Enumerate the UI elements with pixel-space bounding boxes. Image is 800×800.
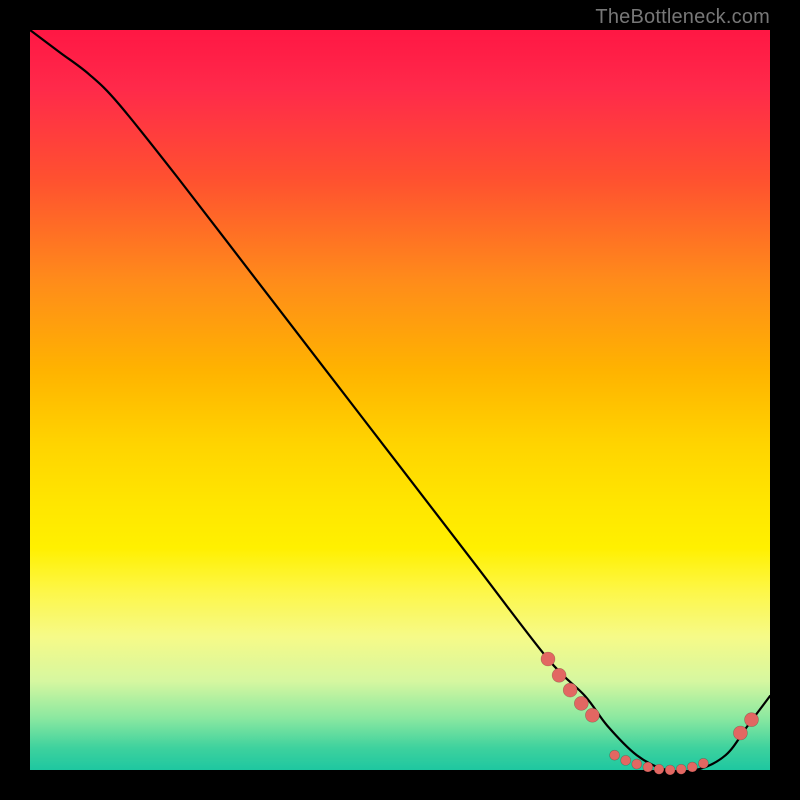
data-marker	[541, 652, 555, 666]
data-marker	[687, 762, 697, 772]
data-marker	[676, 764, 686, 774]
data-marker	[574, 696, 588, 710]
data-marker	[643, 762, 653, 772]
marker-group	[541, 652, 759, 775]
plot-area	[30, 30, 770, 770]
chart-overlay	[30, 30, 770, 770]
data-marker	[654, 764, 664, 774]
data-marker	[563, 683, 577, 697]
bottleneck-curve	[30, 30, 770, 772]
data-marker	[610, 750, 620, 760]
data-marker	[552, 668, 566, 682]
data-marker	[621, 755, 631, 765]
data-marker	[733, 726, 747, 740]
data-marker	[585, 708, 599, 722]
data-marker	[632, 759, 642, 769]
data-marker	[665, 765, 675, 775]
data-marker	[745, 713, 759, 727]
data-marker	[698, 758, 708, 768]
attribution-label: TheBottleneck.com	[595, 6, 770, 29]
chart-stage: TheBottleneck.com	[0, 0, 800, 800]
